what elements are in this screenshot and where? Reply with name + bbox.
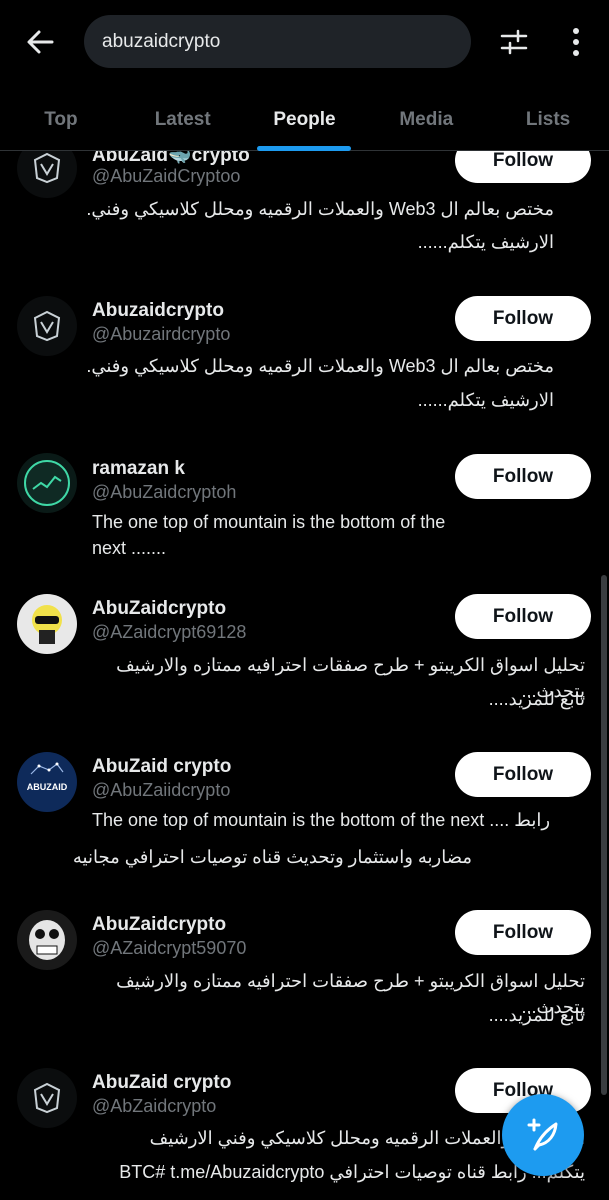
search-filter-button[interactable] <box>494 20 534 64</box>
display-name: AbuZaid crypto <box>92 1072 232 1093</box>
user-handle: @AZaidcrypt59070 <box>92 938 247 958</box>
user-handle: @AZaidcrypt69128 <box>92 622 247 642</box>
bio-line: يتكلم... رابط قناه توصيات احترافي BTC# t… <box>119 1162 585 1182</box>
compose-feather-plus-icon <box>527 1118 558 1151</box>
sliders-icon <box>500 29 528 55</box>
search-header: abuzaidcrypto Top Latest People Media Li… <box>0 0 609 151</box>
bio-line: next ....... <box>92 538 167 558</box>
bio-line: The one top of mountain is the bottom of… <box>92 512 446 532</box>
active-tab-indicator <box>257 146 352 151</box>
display-name: AbuZaidcrypto <box>92 914 227 935</box>
search-tabs: Top Latest People Media Lists <box>0 95 609 151</box>
avatar[interactable] <box>17 1068 77 1128</box>
dark-logo-avatar-icon <box>17 296 77 356</box>
search-input[interactable]: abuzaidcrypto <box>84 15 471 68</box>
avatar[interactable] <box>17 453 77 513</box>
bio-line: الارشيف يتكلم...... <box>417 232 554 252</box>
follow-button[interactable]: Follow <box>455 752 591 797</box>
cartoon-avatar-icon <box>17 594 77 654</box>
follow-button[interactable]: Follow <box>455 454 591 499</box>
user-handle: @AbuZaidcryptoh <box>92 482 237 502</box>
user-handle: @AbZaidcrypto <box>92 1096 217 1116</box>
tab-media[interactable]: Media <box>365 95 487 150</box>
avatar[interactable]: ABUZAID <box>17 752 77 812</box>
display-name: AbuZaid crypto <box>92 756 232 777</box>
bio-line: تابع للمزيد.... <box>488 1005 585 1025</box>
chart-logo-avatar-icon <box>17 453 77 513</box>
tab-people[interactable]: People <box>244 95 366 151</box>
robot-avatar-icon <box>17 910 77 970</box>
user-handle: @AbuZaidCryptoo <box>92 166 241 186</box>
user-handle: @Abuzairdcrypto <box>92 324 231 344</box>
display-name: AbuZaidcrypto <box>92 598 227 619</box>
tab-top[interactable]: Top <box>0 95 122 150</box>
bio-line: مختص بعالم ال Web3 والعملات الرقميه ومحل… <box>86 199 554 219</box>
bio-line: الارشيف يتكلم...... <box>417 390 554 410</box>
bio-line: تابع للمزيد.... <box>488 689 585 709</box>
compose-button[interactable] <box>502 1094 584 1176</box>
avatar-logo-text: ABUZAID <box>27 782 68 792</box>
follow-button[interactable]: Follow <box>455 910 591 955</box>
bio-line: مختص بعالم ال Web3 والعملات الرقميه ومحل… <box>86 356 554 376</box>
dark-logo-avatar-icon <box>17 1068 77 1128</box>
back-button[interactable] <box>18 22 62 62</box>
avatar[interactable] <box>17 594 77 654</box>
avatar[interactable] <box>17 910 77 970</box>
bio-line: The one top of mountain is the bottom of… <box>92 810 551 830</box>
vertical-ellipsis-icon <box>573 28 579 56</box>
tab-people-label: People <box>273 109 336 130</box>
tab-lists[interactable]: Lists <box>487 95 609 150</box>
search-query-text: abuzaidcrypto <box>102 30 221 52</box>
display-name: ramazan k <box>92 458 185 479</box>
display-name: Abuzaidcrypto <box>92 300 224 321</box>
tab-latest[interactable]: Latest <box>122 95 244 150</box>
follow-button[interactable]: Follow <box>455 594 591 639</box>
scrollbar[interactable] <box>601 575 607 1095</box>
more-options-button[interactable] <box>556 20 596 64</box>
abuzaid-logo-avatar-icon: ABUZAID <box>17 752 77 812</box>
user-handle: @AbuZaiidcrypto <box>92 780 231 800</box>
bio-line: مضاربه واستثمار وتحديث قناه توصيات احترا… <box>72 847 472 867</box>
people-results-list: AbuZaid🐳crypto @AbuZaidCryptoo مختص بعال… <box>0 0 609 1200</box>
avatar[interactable] <box>17 296 77 356</box>
follow-button[interactable]: Follow <box>455 296 591 341</box>
arrow-left-icon <box>27 30 54 54</box>
